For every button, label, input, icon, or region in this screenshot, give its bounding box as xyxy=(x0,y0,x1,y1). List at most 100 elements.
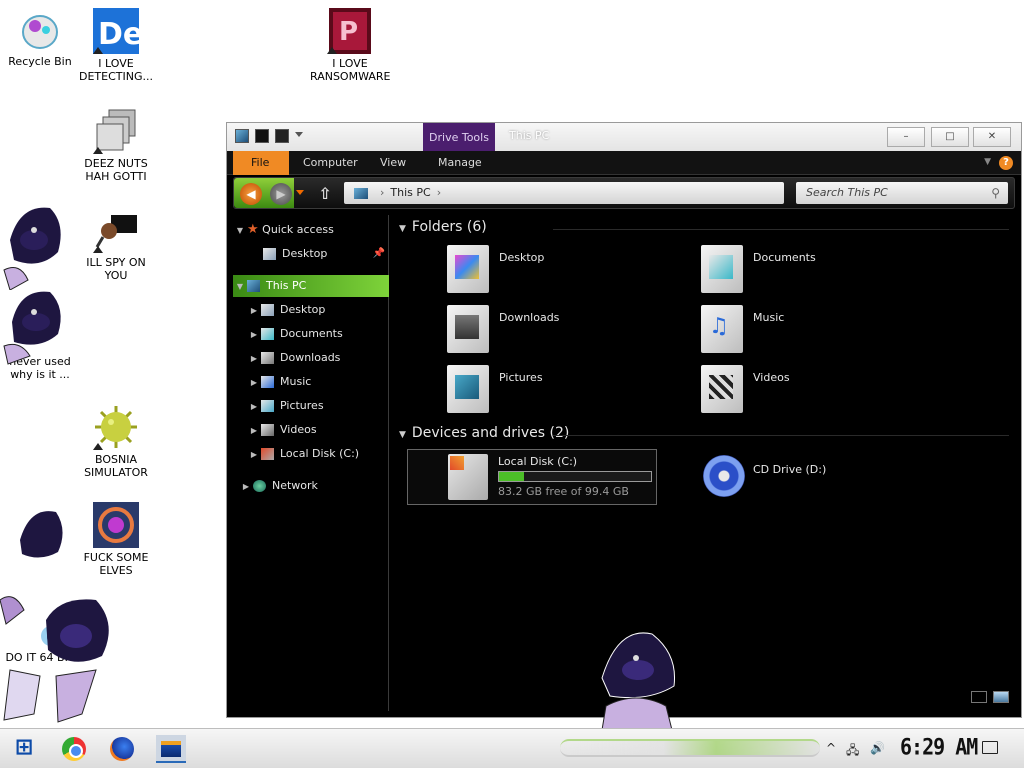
show-hidden-icons-chevron-icon[interactable]: ^ xyxy=(826,741,836,755)
nav-item-label: This PC xyxy=(266,279,307,292)
desktop-icon-label: I LOVE RANSOMWARE xyxy=(310,57,391,83)
folder-desktop[interactable]: Desktop xyxy=(447,245,667,297)
forward-button[interactable]: ▶ xyxy=(270,183,292,205)
drive-tools-contextual-tab[interactable]: Drive Tools xyxy=(423,123,495,151)
taskbar-clock[interactable]: 6:29 AM xyxy=(900,734,978,760)
expand-arrow-icon[interactable]: ▶ xyxy=(247,324,261,346)
close-button[interactable]: ✕ xyxy=(973,127,1011,147)
downloads-folder-icon xyxy=(447,305,489,353)
taskbar-file-explorer-button[interactable] xyxy=(156,735,186,763)
collapse-arrow-icon: ▼ xyxy=(399,430,406,440)
breadcrumb-this-pc[interactable]: This PC xyxy=(390,186,430,199)
help-button[interactable]: ? xyxy=(999,156,1013,170)
nav-item-local-disk[interactable]: ▶ Local Disk (C:) xyxy=(233,443,389,465)
folder-videos[interactable]: Videos xyxy=(701,365,921,417)
start-button[interactable]: ⊞ xyxy=(8,735,40,763)
expand-arrow-icon[interactable]: ▶ xyxy=(247,348,261,370)
music-folder-icon: ♫ xyxy=(701,305,743,353)
volume-icon[interactable]: 🔊 xyxy=(870,741,885,755)
search-icon[interactable]: ⚲ xyxy=(991,182,1000,204)
character-sticker-image xyxy=(3,207,61,290)
folder-pictures[interactable]: Pictures xyxy=(447,365,667,417)
folder-documents[interactable]: Documents xyxy=(701,245,921,297)
expand-arrow-icon[interactable]: ▶ xyxy=(247,300,261,322)
breadcrumb-separator-icon: › xyxy=(380,186,385,199)
nav-item-music[interactable]: ▶ Music xyxy=(233,371,389,393)
tab-computer[interactable]: Computer xyxy=(289,151,372,175)
documents-folder-icon xyxy=(701,245,743,293)
drive-free-space: 83.2 GB free of 99.4 GB xyxy=(498,485,629,498)
desktop-icon-label: DEEZ NUTS HAH GOTTI xyxy=(84,157,148,183)
large-icons-view-icon[interactable] xyxy=(993,691,1009,703)
desktop-icon-deez-nuts[interactable]: DEEZ NUTS HAH GOTTI xyxy=(76,108,156,183)
desktop-icon-ill-spy-on-you[interactable]: ILL SPY ON YOU xyxy=(76,207,156,282)
folder-music[interactable]: ♫ Music xyxy=(701,305,921,357)
expand-arrow-icon[interactable]: ▶ xyxy=(247,372,261,394)
ribbon-tabs: File Computer View Manage ▼ ? xyxy=(227,151,1021,175)
this-pc-icon xyxy=(354,187,368,199)
action-center-icon[interactable] xyxy=(982,741,998,754)
nav-item-documents[interactable]: ▶ Documents xyxy=(233,323,389,345)
this-pc-icon[interactable] xyxy=(235,129,249,143)
desktop-folder-icon xyxy=(263,248,276,260)
pin-icon[interactable]: 📌 xyxy=(373,243,385,265)
recent-locations-chevron-icon[interactable] xyxy=(296,190,304,195)
nav-item-label: Pictures xyxy=(280,399,324,412)
expand-arrow-icon[interactable]: ▶ xyxy=(239,476,253,498)
drive-cd-d[interactable]: CD Drive (D:) xyxy=(701,453,901,501)
shortcut-arrow-icon xyxy=(327,47,337,54)
folders-group-header[interactable]: ▼ Folders (6) xyxy=(399,219,487,235)
nav-item-network[interactable]: ▶ Network xyxy=(233,475,389,497)
desktop-icon-label: BOSNIA SIMULATOR xyxy=(84,453,148,479)
nav-item-pictures[interactable]: ▶ Pictures xyxy=(233,395,389,417)
stacked-windows-icon xyxy=(93,108,139,154)
taskbar: ⊞ ^ 🖧 🔊 6:29 AM xyxy=(0,728,1024,768)
file-explorer-window[interactable]: Drive Tools This PC – □ ✕ File Computer … xyxy=(226,122,1022,718)
desktop-icon-i-love-detecting[interactable]: De I LOVE DETECTING... xyxy=(76,8,156,83)
taskbar-firefox-button[interactable] xyxy=(108,735,138,763)
nav-item-quick-access[interactable]: ▼ ★ Quick access xyxy=(233,219,389,241)
taskbar-chrome-button[interactable] xyxy=(60,735,90,763)
content-pane: ▼ Folders (6) Desktop Documents Downloads… xyxy=(393,215,1015,711)
nav-item-desktop[interactable]: ▶ Desktop xyxy=(233,299,389,321)
recycle-bin-icon xyxy=(17,6,63,52)
expand-ribbon-chevron-icon[interactable]: ▼ xyxy=(984,157,991,167)
maximize-button[interactable]: □ xyxy=(931,127,969,147)
nav-item-label: Desktop xyxy=(282,247,328,260)
collapse-arrow-icon[interactable]: ▼ xyxy=(233,276,247,298)
nav-item-quick-desktop[interactable]: Desktop 📌 xyxy=(233,243,389,265)
character-sticker-image xyxy=(601,632,676,730)
tab-file[interactable]: File xyxy=(233,151,289,175)
expand-arrow-icon[interactable]: ▶ xyxy=(247,396,261,418)
nav-item-label: Local Disk (C:) xyxy=(280,447,360,460)
network-tray-icon[interactable]: 🖧 xyxy=(846,741,859,762)
collapse-arrow-icon[interactable]: ▼ xyxy=(233,220,247,242)
desktop-icon-bosnia-simulator[interactable]: BOSNIA SIMULATOR xyxy=(76,404,156,479)
desktop-icon-i-love-ransomware[interactable]: P I LOVE RANSOMWARE xyxy=(310,8,390,83)
expand-arrow-icon[interactable]: ▶ xyxy=(247,420,261,442)
nav-item-this-pc[interactable]: ▼ This PC xyxy=(233,275,389,297)
expand-arrow-icon[interactable]: ▶ xyxy=(247,444,261,466)
tab-view[interactable]: View xyxy=(366,151,420,175)
music-folder-icon xyxy=(261,376,274,388)
tab-manage[interactable]: Manage xyxy=(424,151,496,175)
title-bar[interactable]: Drive Tools This PC – □ ✕ xyxy=(227,123,1021,151)
new-folder-icon[interactable] xyxy=(275,129,289,143)
nav-item-downloads[interactable]: ▶ Downloads xyxy=(233,347,389,369)
back-button[interactable]: ◀ xyxy=(240,183,262,205)
drive-label: CD Drive (D:) xyxy=(753,463,827,476)
folder-downloads[interactable]: Downloads xyxy=(447,305,667,357)
properties-icon[interactable] xyxy=(255,129,269,143)
hard-drive-icon xyxy=(448,454,488,500)
customize-toolbar-chevron-icon[interactable] xyxy=(295,132,303,140)
drives-group-header[interactable]: ▼ Devices and drives (2) xyxy=(399,425,569,441)
nav-item-videos[interactable]: ▶ Videos xyxy=(233,419,389,441)
up-button[interactable]: ⇧ xyxy=(314,183,336,205)
search-input[interactable]: Search This PC ⚲ xyxy=(796,182,1008,204)
drive-local-disk-c[interactable]: Local Disk (C:) 83.2 GB free of 99.4 GB xyxy=(407,449,657,505)
address-bar[interactable]: › This PC › xyxy=(344,182,784,204)
minimize-button[interactable]: – xyxy=(887,127,925,147)
details-view-icon[interactable] xyxy=(971,691,987,703)
desktop-icon-recycle-bin[interactable]: Recycle Bin xyxy=(0,6,80,68)
this-pc-icon xyxy=(247,280,260,292)
